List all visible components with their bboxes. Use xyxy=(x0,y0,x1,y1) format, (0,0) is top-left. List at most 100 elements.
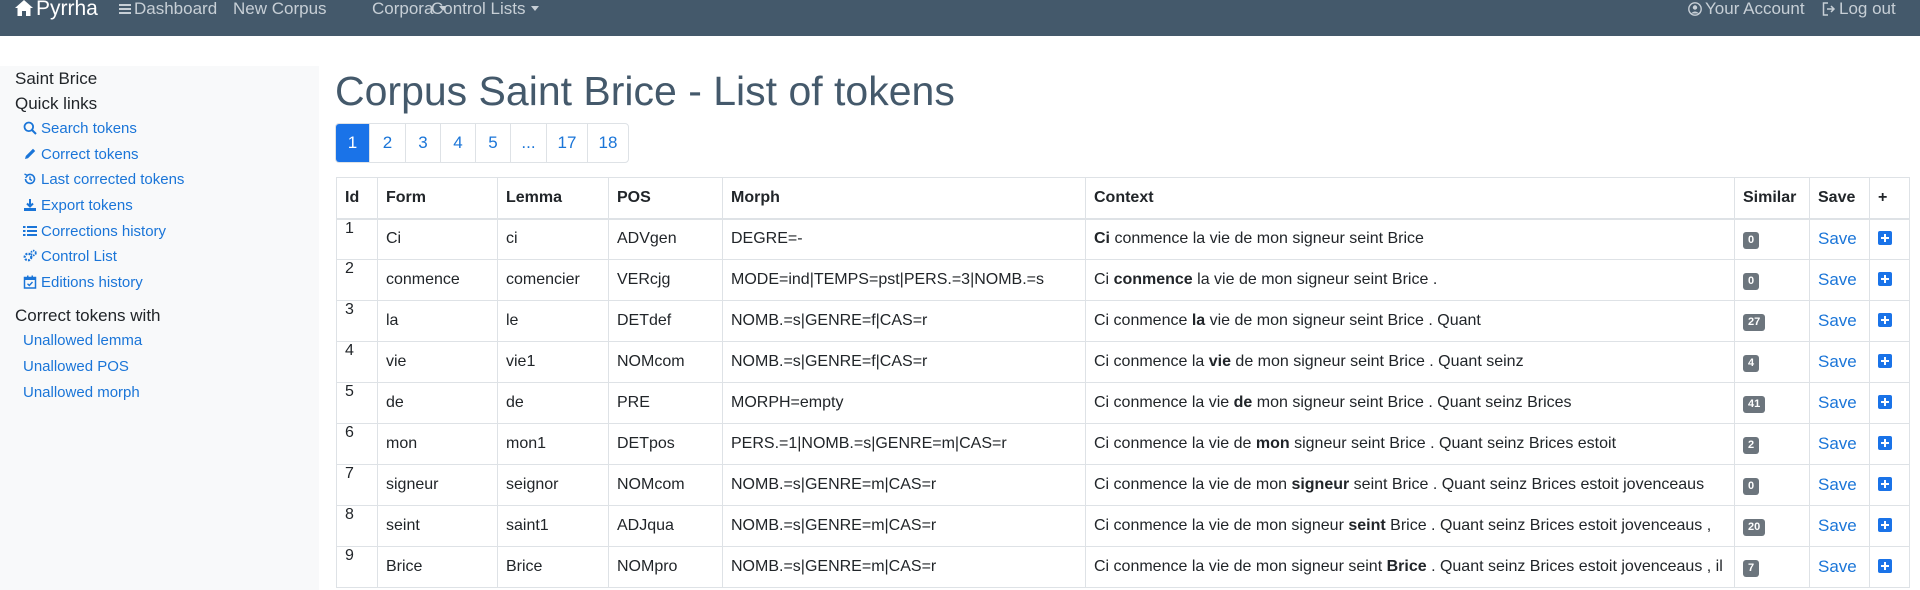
nav-new-corpus[interactable]: New Corpus xyxy=(233,0,327,18)
token-id-link[interactable]: 7 xyxy=(336,464,378,506)
plus-square-icon[interactable] xyxy=(1878,395,1892,409)
token-lemma-cell[interactable]: vie1 xyxy=(497,341,609,383)
token-form-cell[interactable]: signeur xyxy=(377,464,498,506)
context-after: seint Brice . Quant seinz Brices estoit … xyxy=(1349,476,1705,493)
token-morph-cell[interactable]: NOMB.=s|GENRE=m|CAS=r xyxy=(722,505,1086,547)
sidebar-link-correct-tokens[interactable]: Correct tokens xyxy=(23,146,139,163)
sidebar-link-search-tokens[interactable]: Search tokens xyxy=(23,120,137,137)
token-form-cell[interactable]: vie xyxy=(377,341,498,383)
token-pos-cell[interactable]: ADVgen xyxy=(608,218,723,260)
page-link-18[interactable]: 18 xyxy=(587,124,628,162)
similar-count-badge[interactable]: 27 xyxy=(1743,313,1766,331)
page-link-5[interactable]: 5 xyxy=(475,124,510,162)
token-morph-cell[interactable]: DEGRE=- xyxy=(722,218,1086,260)
token-lemma-cell[interactable]: comencier xyxy=(497,259,609,301)
token-morph-cell[interactable]: MORPH=empty xyxy=(722,382,1086,424)
token-id-link[interactable]: 3 xyxy=(336,300,378,342)
save-link[interactable]: Save xyxy=(1818,311,1857,330)
sidebar-link-unallowed-pos[interactable]: Unallowed POS xyxy=(23,358,129,375)
page-link-3[interactable]: 3 xyxy=(405,124,440,162)
similar-count-badge[interactable]: 0 xyxy=(1743,231,1760,249)
similar-count-badge[interactable]: 4 xyxy=(1743,354,1760,372)
token-form-cell[interactable]: Brice xyxy=(377,546,498,588)
token-lemma-cell[interactable]: mon1 xyxy=(497,423,609,465)
token-morph-cell[interactable]: NOMB.=s|GENRE=m|CAS=r xyxy=(722,464,1086,506)
context-token: Ci xyxy=(1094,230,1110,248)
token-form-cell[interactable]: Ci xyxy=(377,218,498,260)
token-pos-cell[interactable]: DETdef xyxy=(608,300,723,342)
nav-dashboard[interactable]: Dashboard xyxy=(119,0,217,18)
sidebar-link-export-tokens[interactable]: Export tokens xyxy=(23,197,133,214)
token-pos-cell[interactable]: VERcjg xyxy=(608,259,723,301)
similar-count-badge[interactable]: 0 xyxy=(1743,477,1760,495)
token-pos-cell[interactable]: NOMcom xyxy=(608,464,723,506)
token-lemma-cell[interactable]: ci xyxy=(497,218,609,260)
token-id-link[interactable]: 5 xyxy=(336,382,378,424)
token-pos-cell[interactable]: PRE xyxy=(608,382,723,424)
token-id-link[interactable]: 8 xyxy=(336,505,378,547)
token-similar-cell: 4 xyxy=(1734,341,1810,383)
token-pos-cell[interactable]: NOMpro xyxy=(608,546,723,588)
token-pos-cell[interactable]: NOMcom xyxy=(608,341,723,383)
token-morph-cell[interactable]: NOMB.=s|GENRE=f|CAS=r xyxy=(722,300,1086,342)
sidebar-link-last-corrected[interactable]: Last corrected tokens xyxy=(23,171,184,188)
page-link-1[interactable]: 1 xyxy=(336,124,369,162)
plus-square-icon[interactable] xyxy=(1878,354,1892,368)
save-link[interactable]: Save xyxy=(1818,270,1857,289)
nav-control-lists-dropdown[interactable]: Control Lists xyxy=(431,0,540,18)
token-form-cell[interactable]: de xyxy=(377,382,498,424)
save-link[interactable]: Save xyxy=(1818,516,1857,535)
save-link[interactable]: Save xyxy=(1818,229,1857,248)
token-morph-cell[interactable]: NOMB.=s|GENRE=f|CAS=r xyxy=(722,341,1086,383)
token-pos-cell[interactable]: DETpos xyxy=(608,423,723,465)
plus-square-icon[interactable] xyxy=(1878,477,1892,491)
sidebar-link-unallowed-lemma[interactable]: Unallowed lemma xyxy=(23,332,142,349)
token-id-link[interactable]: 1 xyxy=(336,218,378,260)
plus-square-icon[interactable] xyxy=(1878,272,1892,286)
similar-count-badge[interactable]: 2 xyxy=(1743,436,1760,454)
token-morph-cell[interactable]: MODE=ind|TEMPS=pst|PERS.=3|NOMB.=s xyxy=(722,259,1086,301)
similar-count-badge[interactable]: 0 xyxy=(1743,272,1760,290)
plus-square-icon[interactable] xyxy=(1878,436,1892,450)
token-id-link[interactable]: 2 xyxy=(336,259,378,301)
plus-square-icon[interactable] xyxy=(1878,518,1892,532)
save-link[interactable]: Save xyxy=(1818,393,1857,412)
page-link-17[interactable]: 17 xyxy=(546,124,587,162)
save-link[interactable]: Save xyxy=(1818,557,1857,576)
plus-square-icon[interactable] xyxy=(1878,559,1892,573)
token-lemma-cell[interactable]: saint1 xyxy=(497,505,609,547)
token-id-link[interactable]: 4 xyxy=(336,341,378,383)
brand-link[interactable]: Pyrrha xyxy=(15,0,98,21)
save-link[interactable]: Save xyxy=(1818,352,1857,371)
page-link-4[interactable]: 4 xyxy=(440,124,475,162)
token-form-cell[interactable]: seint xyxy=(377,505,498,547)
token-form-cell[interactable]: la xyxy=(377,300,498,342)
token-pos-cell[interactable]: ADJqua xyxy=(608,505,723,547)
sidebar-link-editions-history[interactable]: Editions history xyxy=(23,274,143,291)
token-form-cell[interactable]: mon xyxy=(377,423,498,465)
plus-square-icon[interactable] xyxy=(1878,313,1892,327)
token-lemma-cell[interactable]: le xyxy=(497,300,609,342)
token-morph-cell[interactable]: NOMB.=s|GENRE=m|CAS=r xyxy=(722,546,1086,588)
token-morph-cell[interactable]: PERS.=1|NOMB.=s|GENRE=m|CAS=r xyxy=(722,423,1086,465)
token-lemma-cell[interactable]: seignor xyxy=(497,464,609,506)
similar-count-badge[interactable]: 7 xyxy=(1743,559,1760,577)
nav-account[interactable]: Your Account xyxy=(1688,0,1805,18)
token-form-cell[interactable]: conmence xyxy=(377,259,498,301)
column-header-id: Id xyxy=(336,177,378,220)
save-link[interactable]: Save xyxy=(1818,475,1857,494)
sidebar-link-control-list[interactable]: Control List xyxy=(23,248,117,265)
token-id-link[interactable]: 6 xyxy=(336,423,378,465)
token-lemma-cell[interactable]: Brice xyxy=(497,546,609,588)
plus-square-icon[interactable] xyxy=(1878,231,1892,246)
token-lemma-cell[interactable]: de xyxy=(497,382,609,424)
similar-count-badge[interactable]: 20 xyxy=(1743,518,1766,536)
nav-logout[interactable]: Log out xyxy=(1822,0,1896,18)
sidebar-link-corrections-history[interactable]: Corrections history xyxy=(23,223,166,240)
token-add-cell xyxy=(1869,259,1910,301)
save-link[interactable]: Save xyxy=(1818,434,1857,453)
sidebar-link-unallowed-morph[interactable]: Unallowed morph xyxy=(23,384,140,401)
similar-count-badge[interactable]: 41 xyxy=(1743,395,1766,413)
page-link-2[interactable]: 2 xyxy=(369,124,405,162)
token-id-link[interactable]: 9 xyxy=(336,546,378,588)
